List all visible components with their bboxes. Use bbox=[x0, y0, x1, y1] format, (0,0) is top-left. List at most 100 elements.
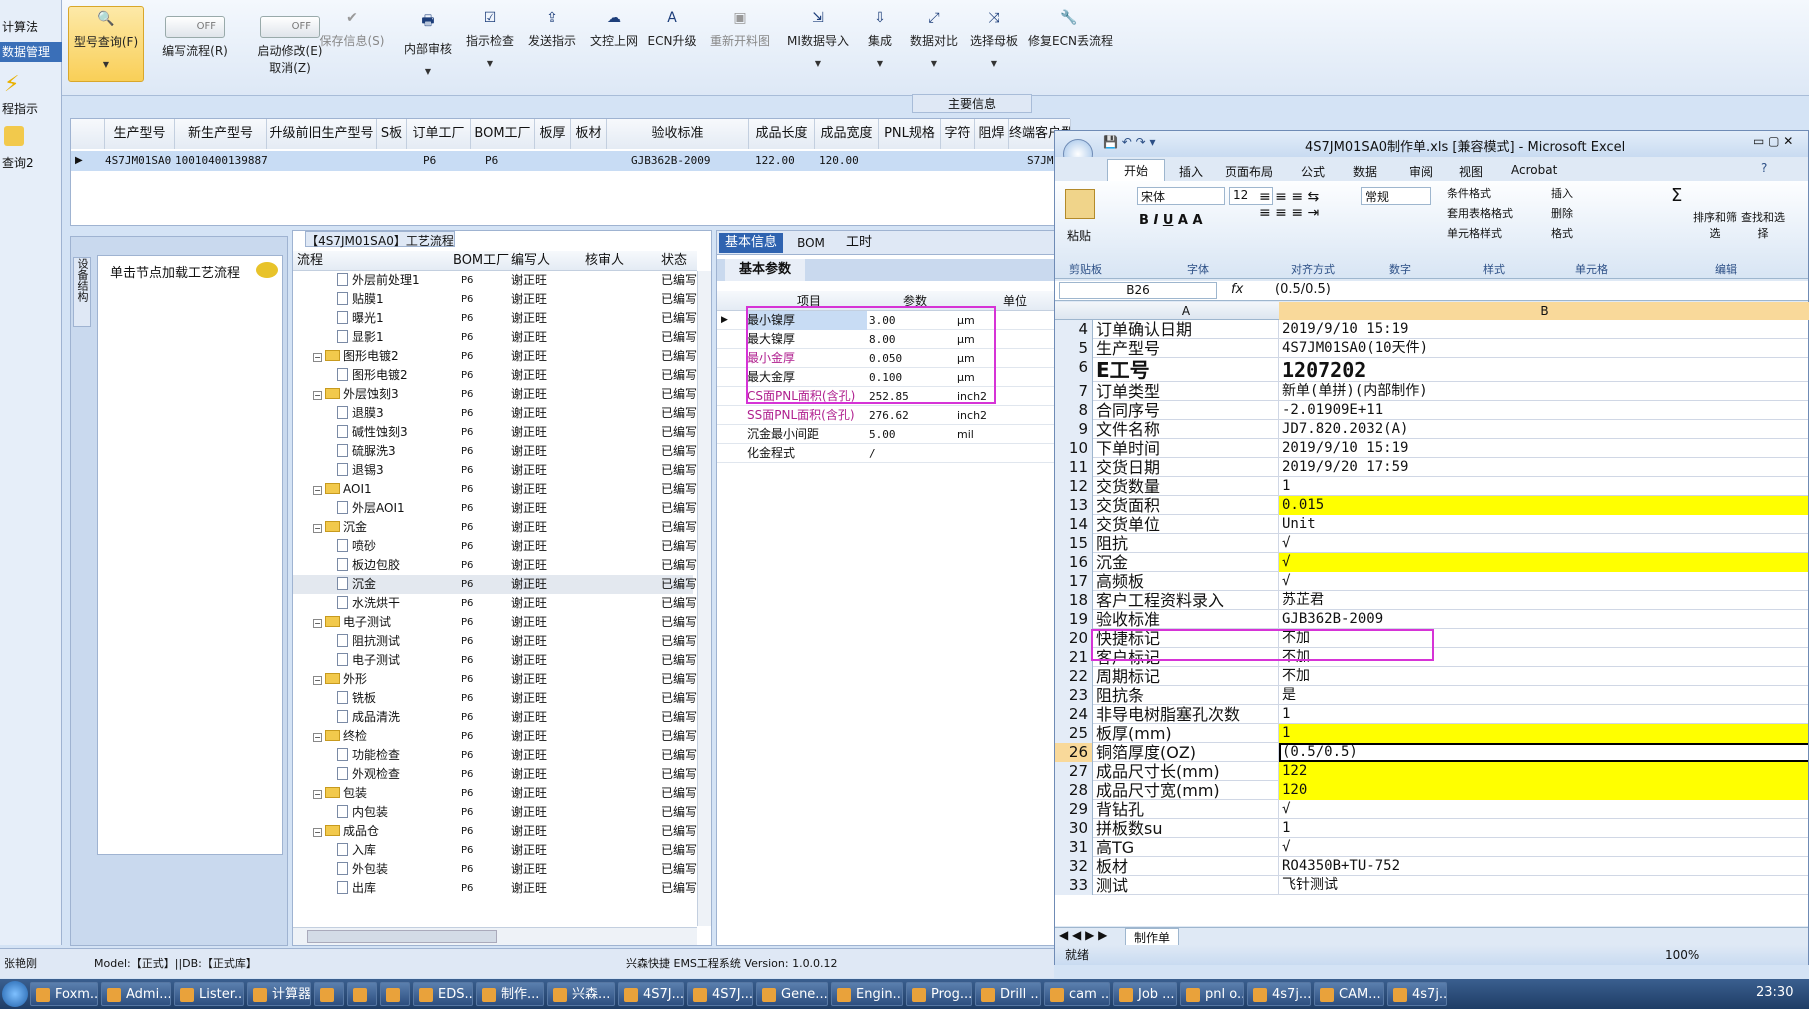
grid-header[interactable]: 成品长度 bbox=[749, 119, 815, 149]
cell-b[interactable]: GJB362B-2009 bbox=[1279, 610, 1808, 629]
param-value[interactable]: 276.62 bbox=[869, 406, 909, 425]
grid-header[interactable]: 阻焊 bbox=[975, 119, 1009, 149]
collapse-icon[interactable]: − bbox=[313, 733, 322, 742]
format-cells-button[interactable]: 格式 bbox=[1551, 225, 1573, 241]
tree-row[interactable]: 曝光1 P6 谢正旺 已编写 bbox=[293, 309, 697, 328]
row-number[interactable]: 26 bbox=[1055, 743, 1093, 762]
nav-item-calc[interactable]: 计算法 bbox=[0, 18, 62, 35]
row-number[interactable]: 6 bbox=[1055, 358, 1093, 382]
select-motherboard-button[interactable]: ⤨ 选择母板 ▼ bbox=[964, 6, 1024, 82]
row-number[interactable]: 31 bbox=[1055, 838, 1093, 857]
fix-ecn-flow-button[interactable]: 🔧 修复ECN丢流程 bbox=[1028, 6, 1113, 82]
grid-header[interactable]: 板材 bbox=[571, 119, 607, 149]
tree-row[interactable]: 电子测试 P6 谢正旺 已编写 bbox=[293, 651, 697, 670]
collapse-icon[interactable]: − bbox=[313, 524, 322, 533]
tree-row[interactable]: 功能检查 P6 谢正旺 已编写 bbox=[293, 746, 697, 765]
row-number[interactable]: 14 bbox=[1055, 515, 1093, 534]
vertical-scrollbar[interactable] bbox=[697, 271, 711, 926]
taskbar-button[interactable]: CAM... bbox=[1314, 982, 1384, 1006]
cell-a[interactable]: 验收标准 bbox=[1093, 610, 1279, 629]
ecn-upgrade-button[interactable]: A ECN升级 bbox=[647, 6, 697, 82]
cell-a[interactable]: 非导电树脂塞孔次数 bbox=[1093, 705, 1279, 724]
cell-a[interactable]: 背钻孔 bbox=[1093, 800, 1279, 819]
cell-a[interactable]: 成品尺寸长(mm) bbox=[1093, 762, 1279, 781]
cell-a[interactable]: 高TG bbox=[1093, 838, 1279, 857]
tree-row[interactable]: 外包装 P6 谢正旺 已编写 bbox=[293, 860, 697, 879]
tree-row[interactable]: − 图形电镀2 P6 谢正旺 已编写 bbox=[293, 347, 697, 366]
tab-basic-info[interactable]: 基本信息 bbox=[719, 233, 783, 253]
doc-control-upload-button[interactable]: ☁ 文控上网 bbox=[586, 6, 642, 82]
help-icon[interactable]: ? bbox=[1761, 161, 1767, 175]
row-number[interactable]: 12 bbox=[1055, 477, 1093, 496]
tab-bom[interactable]: BOM bbox=[791, 233, 831, 253]
tree-row[interactable]: 显影1 P6 谢正旺 已编写 bbox=[293, 328, 697, 347]
cell-a[interactable]: 沉金 bbox=[1093, 553, 1279, 572]
row-number[interactable]: 22 bbox=[1055, 667, 1093, 686]
tree-row[interactable]: 外层AOI1 P6 谢正旺 已编写 bbox=[293, 499, 697, 518]
cell-style-button[interactable]: 单元格样式 bbox=[1447, 225, 1502, 241]
nav-item-query2[interactable]: 查询2 bbox=[0, 154, 62, 171]
collapse-icon[interactable]: − bbox=[313, 619, 322, 628]
integrate-button[interactable]: ⇩ 集成 ▼ bbox=[860, 6, 900, 82]
sigma-icon[interactable]: Σ bbox=[1671, 185, 1682, 206]
taskbar-button[interactable] bbox=[380, 982, 410, 1006]
tree-row[interactable]: 水洗烘干 P6 谢正旺 已编写 bbox=[293, 594, 697, 613]
taskbar-button[interactable]: 兴森... bbox=[547, 982, 615, 1006]
quick-access-icons[interactable]: 💾 ↶ ↷ ▾ bbox=[1103, 135, 1156, 149]
grid-header[interactable]: 订单工厂 bbox=[407, 119, 471, 149]
cell-b[interactable]: 飞针测试 bbox=[1279, 876, 1808, 895]
toggle-switch[interactable]: OFF bbox=[260, 16, 320, 38]
cell-a[interactable]: 成品尺寸宽(mm) bbox=[1093, 781, 1279, 800]
tree-row[interactable]: 外观检查 P6 谢正旺 已编写 bbox=[293, 765, 697, 784]
cell-b[interactable]: 1207202 bbox=[1279, 358, 1808, 382]
tab-device-structure[interactable]: 设备结构 bbox=[73, 257, 91, 327]
cell-a[interactable]: E工号 bbox=[1093, 358, 1279, 382]
tree-row[interactable]: − AOI1 P6 谢正旺 已编写 bbox=[293, 480, 697, 499]
row-number[interactable]: 20 bbox=[1055, 629, 1093, 648]
taskbar-button[interactable]: pnl o... bbox=[1180, 982, 1244, 1006]
cell-a[interactable]: 订单类型 bbox=[1093, 382, 1279, 401]
cell-b[interactable]: 苏芷君 bbox=[1279, 591, 1808, 610]
internal-review-button[interactable]: 🖶 内部审核 ▼ bbox=[400, 6, 456, 82]
tree-row[interactable]: 板边包胶 P6 谢正旺 已编写 bbox=[293, 556, 697, 575]
row-number[interactable]: 17 bbox=[1055, 572, 1093, 591]
tree-row[interactable]: − 外层蚀刻3 P6 谢正旺 已编写 bbox=[293, 385, 697, 404]
row-number[interactable]: 19 bbox=[1055, 610, 1093, 629]
col-header-a[interactable]: A bbox=[1093, 302, 1279, 320]
col-flow[interactable]: 流程 bbox=[297, 251, 323, 271]
cell-a[interactable]: 生产型号 bbox=[1093, 339, 1279, 358]
cell-a[interactable]: 板厚(mm) bbox=[1093, 724, 1279, 743]
insert-cells-button[interactable]: 插入 bbox=[1551, 185, 1573, 201]
taskbar-button[interactable]: EDS... bbox=[413, 982, 473, 1006]
taskbar-button[interactable]: Gene... bbox=[756, 982, 828, 1006]
cell-b[interactable]: RO4350B+TU-752 bbox=[1279, 857, 1808, 876]
cell-b[interactable]: Unit bbox=[1279, 515, 1808, 534]
tree-row[interactable]: 碱性蚀刻3 P6 谢正旺 已编写 bbox=[293, 423, 697, 442]
cell-b[interactable]: 1 bbox=[1279, 819, 1808, 838]
cell-b[interactable]: JD7.820.2032(A) bbox=[1279, 420, 1808, 439]
cell-b[interactable]: 0.015 bbox=[1279, 496, 1808, 515]
col-reviewer[interactable]: 核审人 bbox=[585, 251, 624, 271]
window-controls[interactable]: ▭ ▢ ✕ bbox=[1753, 134, 1793, 148]
tab-home[interactable]: 开始 bbox=[1107, 159, 1165, 181]
row-number[interactable]: 24 bbox=[1055, 705, 1093, 724]
cell-b[interactable]: 122 bbox=[1279, 762, 1808, 781]
cell-a[interactable]: 阻抗条 bbox=[1093, 686, 1279, 705]
collapse-icon[interactable]: − bbox=[313, 676, 322, 685]
font-style-buttons[interactable]: B I U A A bbox=[1139, 213, 1203, 228]
taskbar-button[interactable] bbox=[347, 982, 377, 1006]
cell-b[interactable]: √ bbox=[1279, 534, 1808, 553]
tree-row[interactable]: 入库 P6 谢正旺 已编写 bbox=[293, 841, 697, 860]
horizontal-scrollbar[interactable] bbox=[293, 927, 697, 945]
grid-header[interactable]: 生产型号 bbox=[105, 119, 175, 149]
cell-a[interactable]: 交货数量 bbox=[1093, 477, 1279, 496]
cell-b[interactable]: 2019/9/10 15:19 bbox=[1279, 439, 1808, 458]
number-format-select[interactable]: 常规 bbox=[1361, 187, 1431, 205]
cell-b[interactable]: 新单(单拼)(内部制作) bbox=[1279, 382, 1808, 401]
param-value[interactable]: 5.00 bbox=[869, 425, 896, 444]
col-unit[interactable]: 单位 bbox=[1003, 291, 1027, 311]
col-writer[interactable]: 编写人 bbox=[511, 251, 550, 271]
tree-row[interactable]: 退锡3 P6 谢正旺 已编写 bbox=[293, 461, 697, 480]
recut-chart-button[interactable]: ▣ 重新开料图 bbox=[704, 6, 776, 82]
row-number[interactable]: 7 bbox=[1055, 382, 1093, 401]
